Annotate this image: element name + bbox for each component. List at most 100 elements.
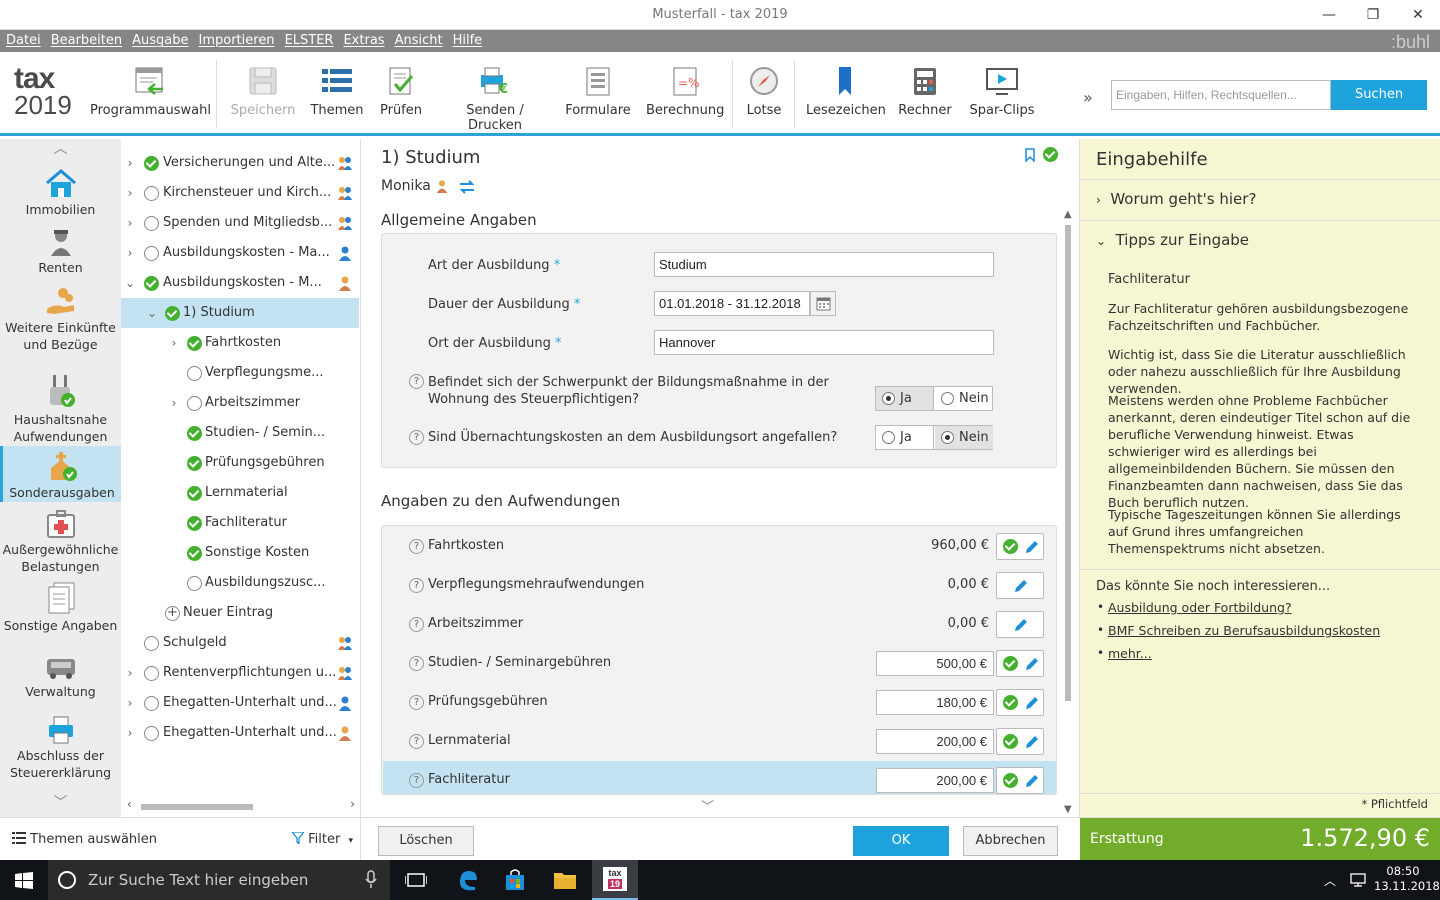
new-entry-button[interactable]: + Neuer Eintrag (121, 598, 359, 628)
file-explorer-icon[interactable] (553, 870, 577, 890)
search-button[interactable]: Suchen (1331, 80, 1427, 110)
tray-chevron-icon[interactable]: ︿ (1324, 872, 1336, 889)
spar-clips-button[interactable]: Spar-Clips (966, 62, 1038, 132)
tree-item[interactable]: › Fahrtkosten (121, 328, 359, 358)
tree-item[interactable]: › Ehegatten-Unterhalt und... (121, 718, 359, 748)
uebernachtung-nein-radio[interactable]: Nein (935, 426, 993, 449)
tree-item[interactable]: › Rentenverpflichtungen u... (121, 658, 359, 688)
microphone-icon[interactable] (364, 870, 378, 890)
expense-amount-input[interactable]: 200,00 € (876, 768, 994, 793)
lesezeichen-button[interactable]: Lesezeichen (806, 62, 886, 132)
link-bmf-schreiben[interactable]: BMF Schreiben zu Berufsausbildungskosten (1108, 623, 1380, 638)
taskbar-clock[interactable]: 08:50 13.11.2018 (1374, 864, 1440, 894)
tree-item[interactable]: Fachliteratur (121, 508, 359, 538)
tree-item[interactable]: Sonstige Kosten (121, 538, 359, 568)
expand-chevron-icon[interactable]: › (125, 148, 135, 178)
tree-item[interactable]: › Kirchensteuer und Kirch... (121, 178, 359, 208)
expand-chevron-icon[interactable]: › (125, 718, 135, 748)
taskbar-search-input[interactable]: Zur Suche Text hier eingeben (48, 860, 390, 900)
lotse-button[interactable]: Lotse (742, 62, 786, 132)
menu-ansicht[interactable]: Ansicht (390, 30, 448, 52)
bookmark-icon[interactable] (1024, 148, 1036, 162)
link-mehr[interactable]: mehr... (1108, 646, 1152, 661)
help-icon[interactable]: ? (409, 695, 424, 710)
help-icon[interactable]: ? (409, 734, 424, 749)
ok-button[interactable]: OK (853, 826, 949, 856)
nav-scroll-down-icon[interactable]: ﹀ (0, 795, 121, 815)
tree-item[interactable]: ⌄ Ausbildungskosten - M... (121, 268, 359, 298)
nav-verwaltung[interactable]: Verwaltung (0, 655, 121, 709)
tree-item[interactable]: Lernmaterial (121, 478, 359, 508)
nav-aussergewoehnliche[interactable]: Außergewöhnliche Belastungen (0, 509, 121, 581)
edit-pencil-icon[interactable] (1012, 616, 1028, 634)
dauer-input[interactable]: 01.01.2018 - 31.12.2018 (654, 291, 810, 316)
tree-item[interactable]: Studien- / Semin... (121, 418, 359, 448)
pruefen-button[interactable]: Prüfen (376, 62, 426, 132)
expand-chevron-icon[interactable]: › (169, 328, 179, 358)
tree-item[interactable]: › Arbeitszimmer (121, 388, 359, 418)
menu-datei[interactable]: Datei (0, 30, 46, 52)
nav-sonstige[interactable]: Sonstige Angaben (0, 581, 121, 641)
tree-item[interactable]: Verpflegungsme... (121, 358, 359, 388)
link-ausbildung-fortbildung[interactable]: Ausbildung oder Fortbildung? (1108, 600, 1292, 615)
accordion-tipps[interactable]: ⌄ Tipps zur Eingabe (1080, 220, 1440, 261)
uebernachtung-ja-radio[interactable]: Ja (876, 426, 934, 449)
nav-haushalt[interactable]: Haushaltsnahe Aufwendungen (0, 373, 121, 445)
programmauswahl-button[interactable]: Programmauswahl (90, 62, 211, 132)
rechner-button[interactable]: Rechner (896, 62, 954, 132)
collapse-chevron-icon[interactable]: ⌄ (147, 298, 157, 328)
nav-scroll-up-icon[interactable]: ︿ (0, 141, 121, 161)
abbrechen-button[interactable]: Abbrechen (963, 826, 1058, 856)
help-icon[interactable]: ? (409, 374, 424, 389)
formulare-button[interactable]: Formulare (564, 62, 632, 132)
schwerpunkt-ja-radio[interactable]: Ja (876, 387, 934, 410)
edit-pencil-icon[interactable] (1012, 577, 1028, 595)
menu-extras[interactable]: Extras (338, 30, 389, 52)
accordion-worum[interactable]: › Worum geht's hier? (1080, 179, 1440, 220)
edit-pencil-icon[interactable] (1023, 694, 1039, 712)
maximize-button[interactable]: ❐ (1350, 0, 1396, 30)
help-icon[interactable]: ? (409, 773, 424, 788)
tree-horizontal-scrollbar[interactable]: ‹ › (127, 797, 355, 811)
expand-chevron-icon[interactable]: › (169, 388, 179, 418)
nav-abschluss[interactable]: Abschluss der Steuererklärung (0, 715, 121, 781)
speichern-button[interactable]: Speichern (228, 62, 298, 132)
help-icon[interactable]: ? (409, 430, 424, 445)
loeschen-button[interactable]: Löschen (378, 826, 474, 856)
expense-amount-input[interactable]: 500,00 € (876, 651, 994, 676)
tree-item-selected[interactable]: ⌄ 1) Studium (121, 298, 359, 328)
help-icon[interactable]: ? (409, 617, 424, 632)
scroll-down-chevron-icon[interactable]: ﹀ (701, 796, 714, 815)
menu-elster[interactable]: ELSTER (280, 30, 339, 52)
tree-item[interactable]: › Spenden und Mitgliedsb... (121, 208, 359, 238)
expand-chevron-icon[interactable]: › (125, 658, 135, 688)
expand-chevron-icon[interactable]: › (125, 178, 135, 208)
expand-chevron-icon[interactable]: › (125, 688, 135, 718)
nav-renten[interactable]: Renten (0, 227, 121, 279)
minimize-button[interactable]: — (1306, 0, 1352, 30)
windows-start-icon[interactable] (15, 872, 33, 890)
edge-browser-icon[interactable] (457, 868, 479, 892)
tree-item[interactable]: Schulgeld (121, 628, 359, 658)
menu-ausgabe[interactable]: Ausgabe (127, 30, 193, 52)
themen-auswaehlen-button[interactable]: Themen auswählen (12, 832, 157, 847)
themen-button[interactable]: Themen (308, 62, 366, 132)
nav-sonderausgaben[interactable]: Sonderausgaben (0, 446, 121, 502)
nav-weitere[interactable]: Weitere Einkünfte und Bezüge (0, 285, 121, 361)
expense-amount-input[interactable]: 180,00 € (876, 690, 994, 715)
network-icon[interactable] (1349, 872, 1367, 888)
senden-drucken-button[interactable]: € Senden / Drucken (438, 62, 552, 133)
help-icon[interactable]: ? (409, 539, 424, 554)
expand-chevron-icon[interactable]: › (125, 238, 135, 268)
menu-hilfe[interactable]: Hilfe (448, 30, 488, 52)
filter-button[interactable]: Filter ▾ (290, 831, 353, 847)
tree-item[interactable]: › Ausbildungskosten - Ma... (121, 238, 359, 268)
search-input[interactable]: Eingaben, Hilfen, Rechtsquellen... (1111, 80, 1331, 110)
ort-input[interactable]: Hannover (654, 330, 994, 355)
edit-pencil-icon[interactable] (1023, 655, 1039, 673)
expense-amount-input[interactable]: 200,00 € (876, 729, 994, 754)
collapse-chevron-icon[interactable]: ⌄ (125, 268, 135, 298)
edit-pencil-icon[interactable] (1023, 772, 1039, 790)
store-icon[interactable] (504, 868, 526, 892)
tree-item[interactable]: › Ehegatten-Unterhalt und... (121, 688, 359, 718)
